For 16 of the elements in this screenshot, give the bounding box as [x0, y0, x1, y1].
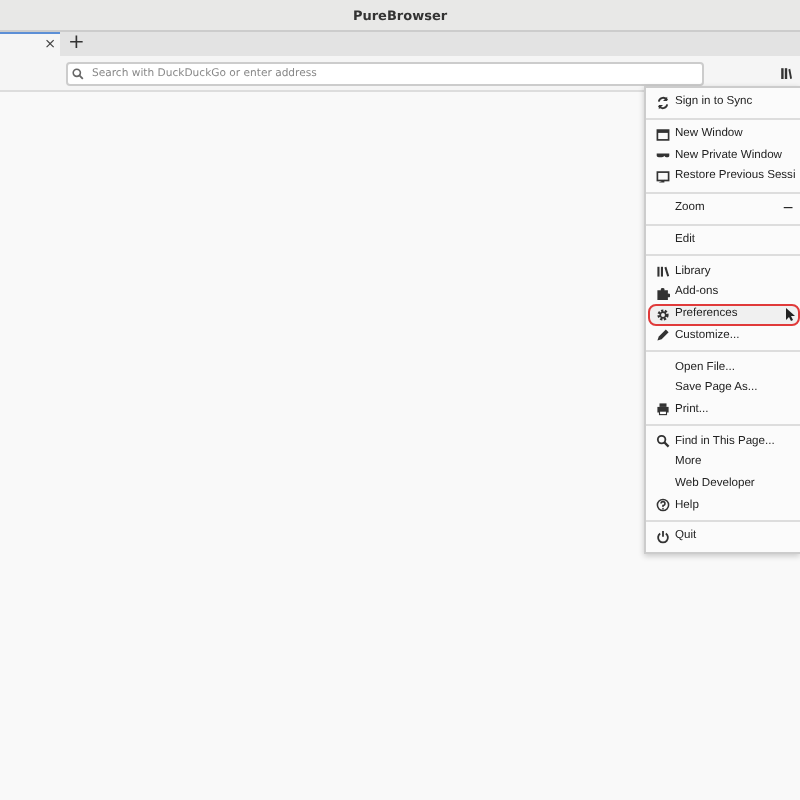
- pencil-icon: [656, 328, 670, 343]
- mask-icon: [656, 148, 670, 163]
- new-tab-button[interactable]: +: [60, 32, 93, 56]
- printer-icon: [656, 402, 670, 417]
- restore-icon: [656, 169, 670, 184]
- books-icon: [656, 264, 670, 279]
- sync-icon: [656, 95, 670, 110]
- power-icon: [656, 529, 670, 544]
- search-icon: [72, 67, 84, 79]
- library-icon[interactable]: [780, 66, 792, 80]
- search-icon: [656, 434, 670, 449]
- window-icon: [656, 127, 670, 142]
- gear-icon: [656, 307, 670, 322]
- pointer-icon: [786, 307, 796, 322]
- help-icon: [656, 498, 670, 513]
- puzzle-icon: [656, 285, 670, 300]
